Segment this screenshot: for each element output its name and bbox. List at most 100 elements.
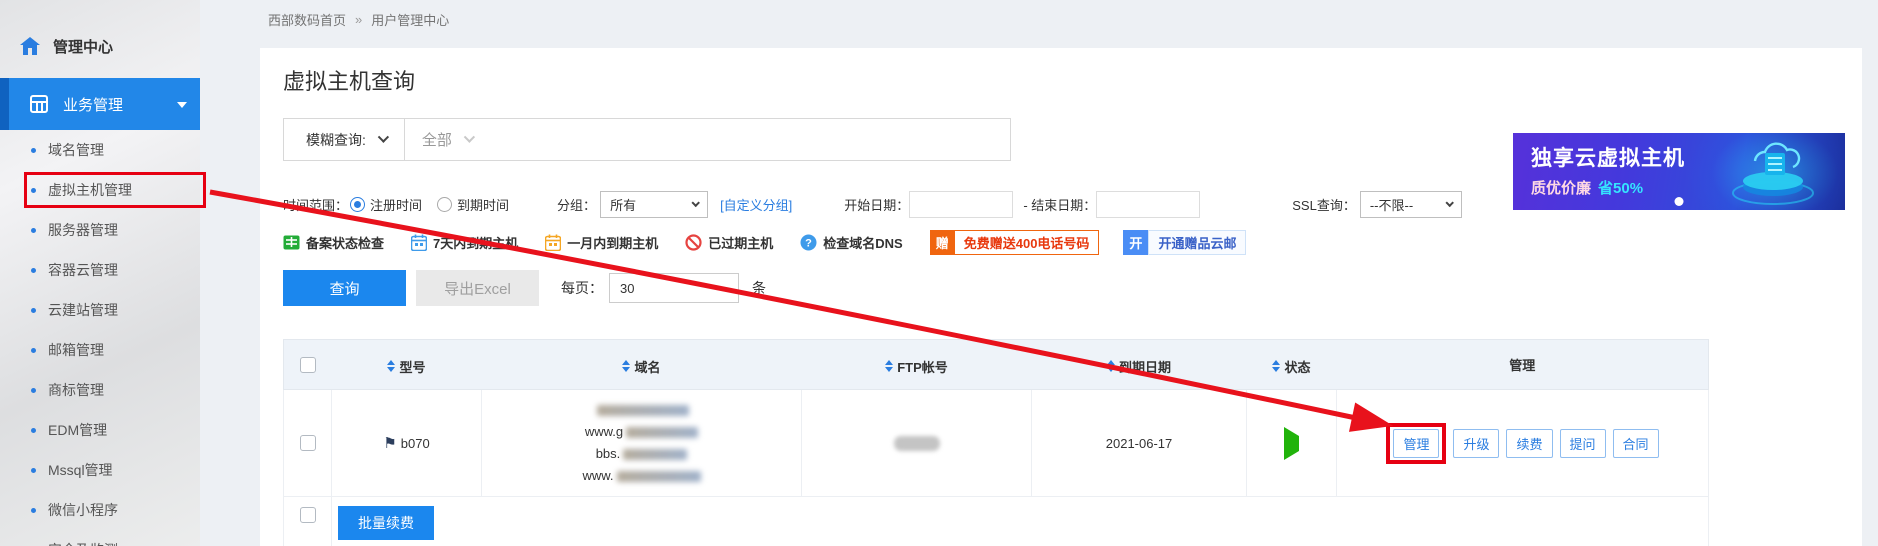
- sidebar-item-label: Mssql管理: [48, 460, 113, 480]
- radio-register-time[interactable]: 注册时间: [350, 195, 422, 214]
- icp-status-icon: [283, 234, 300, 251]
- sort-header-domain[interactable]: 域名: [622, 357, 660, 376]
- sidebar-item-trademark[interactable]: 商标管理: [0, 370, 200, 410]
- per-page-label: 每页：: [561, 278, 603, 298]
- cloud-server-illustration: [1711, 135, 1831, 207]
- sidebar-item-container[interactable]: 容器云管理: [0, 250, 200, 290]
- breadcrumb-home-link[interactable]: 西部数码首页: [268, 10, 346, 29]
- home-icon: [20, 37, 40, 55]
- export-excel-button[interactable]: 导出Excel: [416, 270, 539, 306]
- legend-expire-7d[interactable]: 7天内到期主机: [411, 233, 518, 252]
- dns-check-icon: ?: [800, 234, 817, 251]
- sidebar-item-vhost[interactable]: 虚拟主机管理: [0, 170, 200, 210]
- red-highlight-manage: 管理: [1386, 423, 1446, 464]
- model-cell: ⚑ b070: [332, 390, 482, 497]
- bullet-icon: [31, 388, 36, 393]
- sort-header-status[interactable]: 状态: [1272, 357, 1310, 376]
- end-date-input[interactable]: [1096, 191, 1200, 218]
- start-date-input[interactable]: [909, 191, 1013, 218]
- bullet-icon: [31, 268, 36, 273]
- sidebar-item-weapp[interactable]: 微信小程序: [0, 490, 200, 530]
- contract-button[interactable]: 合同: [1613, 429, 1659, 458]
- legend-expired[interactable]: 已过期主机: [685, 233, 773, 252]
- breadcrumb: 西部数码首页 » 用户管理中心: [268, 10, 449, 29]
- blurred-text: [617, 471, 701, 482]
- query-button[interactable]: 查询: [283, 270, 406, 306]
- sidebar-item-label: 虚拟主机管理: [48, 180, 132, 200]
- batch-renew-button[interactable]: 批量续费: [338, 506, 434, 540]
- legend-icp-check[interactable]: 备案状态检查: [283, 233, 384, 252]
- mail-promo-label: 开通赠品云邮: [1148, 230, 1246, 255]
- row-actions: 管理 升级 续费 提问 合同: [1337, 423, 1708, 464]
- domain-line: www.: [482, 465, 801, 487]
- calendar-7d-icon: [411, 234, 427, 251]
- expired-ban-icon: [685, 234, 702, 251]
- sidebar-item-mssql[interactable]: Mssql管理: [0, 450, 200, 490]
- bullet-icon: [31, 148, 36, 153]
- domain-line: www.g: [482, 421, 801, 443]
- sidebar-item-server[interactable]: 服务器管理: [0, 210, 200, 250]
- sidebar-item-edm[interactable]: EDM管理: [0, 410, 200, 450]
- ask-button[interactable]: 提问: [1560, 429, 1606, 458]
- ssl-select[interactable]: --不限--: [1360, 191, 1462, 218]
- sidebar-home-label: 管理中心: [53, 36, 113, 57]
- chevron-down-icon: [464, 131, 475, 142]
- banner-discount: 省50%: [1598, 180, 1643, 197]
- select-all-checkbox[interactable]: [300, 357, 316, 373]
- row-checkbox[interactable]: [300, 507, 316, 523]
- breadcrumb-separator: »: [355, 12, 362, 27]
- legend-label: 检查域名DNS: [823, 233, 902, 252]
- sidebar-item-label: EDM管理: [48, 420, 107, 440]
- manage-button[interactable]: 管理: [1393, 429, 1439, 458]
- domain-line-masked: [482, 399, 801, 421]
- group-select[interactable]: 所有: [600, 191, 708, 218]
- promo-banner[interactable]: 独享云虚拟主机 质优价廉省50%: [1513, 133, 1845, 210]
- sort-header-expire[interactable]: 到期日期: [1107, 357, 1171, 376]
- sort-header-model[interactable]: 型号: [387, 357, 425, 376]
- bullet-icon: [31, 468, 36, 473]
- sort-icon: [885, 360, 893, 372]
- legend-row: 备案状态检查 7天内到期主机: [283, 230, 1862, 255]
- status-cell: [1247, 390, 1337, 497]
- sidebar-item-label: 域名管理: [48, 140, 104, 160]
- sidebar-item-domain[interactable]: 域名管理: [0, 130, 200, 170]
- gift-400-promo[interactable]: 赠 免费赠送400电话号码: [930, 230, 1100, 255]
- upgrade-button[interactable]: 升级: [1453, 429, 1499, 458]
- cloud-mail-promo[interactable]: 开 开通赠品云邮: [1123, 230, 1246, 255]
- sidebar-item-label: 云建站管理: [48, 300, 118, 320]
- flag-icon: ⚑: [383, 435, 396, 452]
- sidebar-item-sitebuilder[interactable]: 云建站管理: [0, 290, 200, 330]
- ssl-select-value: --不限--: [1370, 195, 1413, 214]
- sidebar-item-mailbox[interactable]: 邮箱管理: [0, 330, 200, 370]
- sidebar-item-home[interactable]: 管理中心: [0, 28, 200, 64]
- sidebar-section-business[interactable]: 业务管理: [0, 78, 200, 130]
- legend-expire-30d[interactable]: 一月内到期主机: [545, 233, 658, 252]
- sidebar-menu: 域名管理 虚拟主机管理 服务器管理 容器云管理 云建站管理 邮箱管理 商标管理 …: [0, 130, 200, 546]
- search-mode-dropdown[interactable]: 模糊查询:: [284, 130, 404, 150]
- batch-row: 批量续费: [284, 497, 1709, 546]
- sort-header-ftp[interactable]: FTP帐号: [885, 357, 948, 376]
- banner-subtitle-text: 质优价廉: [1531, 180, 1591, 197]
- radio-label: 注册时间: [370, 195, 422, 214]
- header-label: FTP帐号: [897, 357, 948, 376]
- per-page-unit: 条: [752, 278, 766, 298]
- custom-group-link[interactable]: [自定义分组]: [720, 195, 792, 214]
- sidebar: 管理中心 业务管理 域名管理 虚拟主机管理 服务器管理 容器云管理 云建站管理 …: [0, 0, 200, 546]
- renew-button[interactable]: 续费: [1506, 429, 1552, 458]
- mail-badge-icon: 开: [1123, 230, 1148, 255]
- start-date-label: 开始日期：: [844, 195, 909, 214]
- radio-expire-time[interactable]: 到期时间: [437, 195, 509, 214]
- row-checkbox[interactable]: [300, 435, 316, 451]
- sidebar-item-security[interactable]: 安全及监测: [0, 530, 200, 546]
- search-scope-dropdown[interactable]: 全部: [422, 129, 472, 150]
- domain-line: bbs.: [482, 443, 801, 465]
- domain-prefix: www.: [582, 468, 613, 483]
- legend-check-dns[interactable]: ? 检查域名DNS: [800, 233, 902, 252]
- sidebar-item-label: 微信小程序: [48, 500, 118, 520]
- breadcrumb-current-link[interactable]: 用户管理中心: [371, 10, 449, 29]
- carousel-dot[interactable]: [1675, 197, 1684, 206]
- model-value: b070: [401, 436, 430, 451]
- banner-subtitle: 质优价廉省50%: [1531, 177, 1643, 198]
- bullet-icon: [31, 508, 36, 513]
- per-page-input[interactable]: [609, 273, 739, 303]
